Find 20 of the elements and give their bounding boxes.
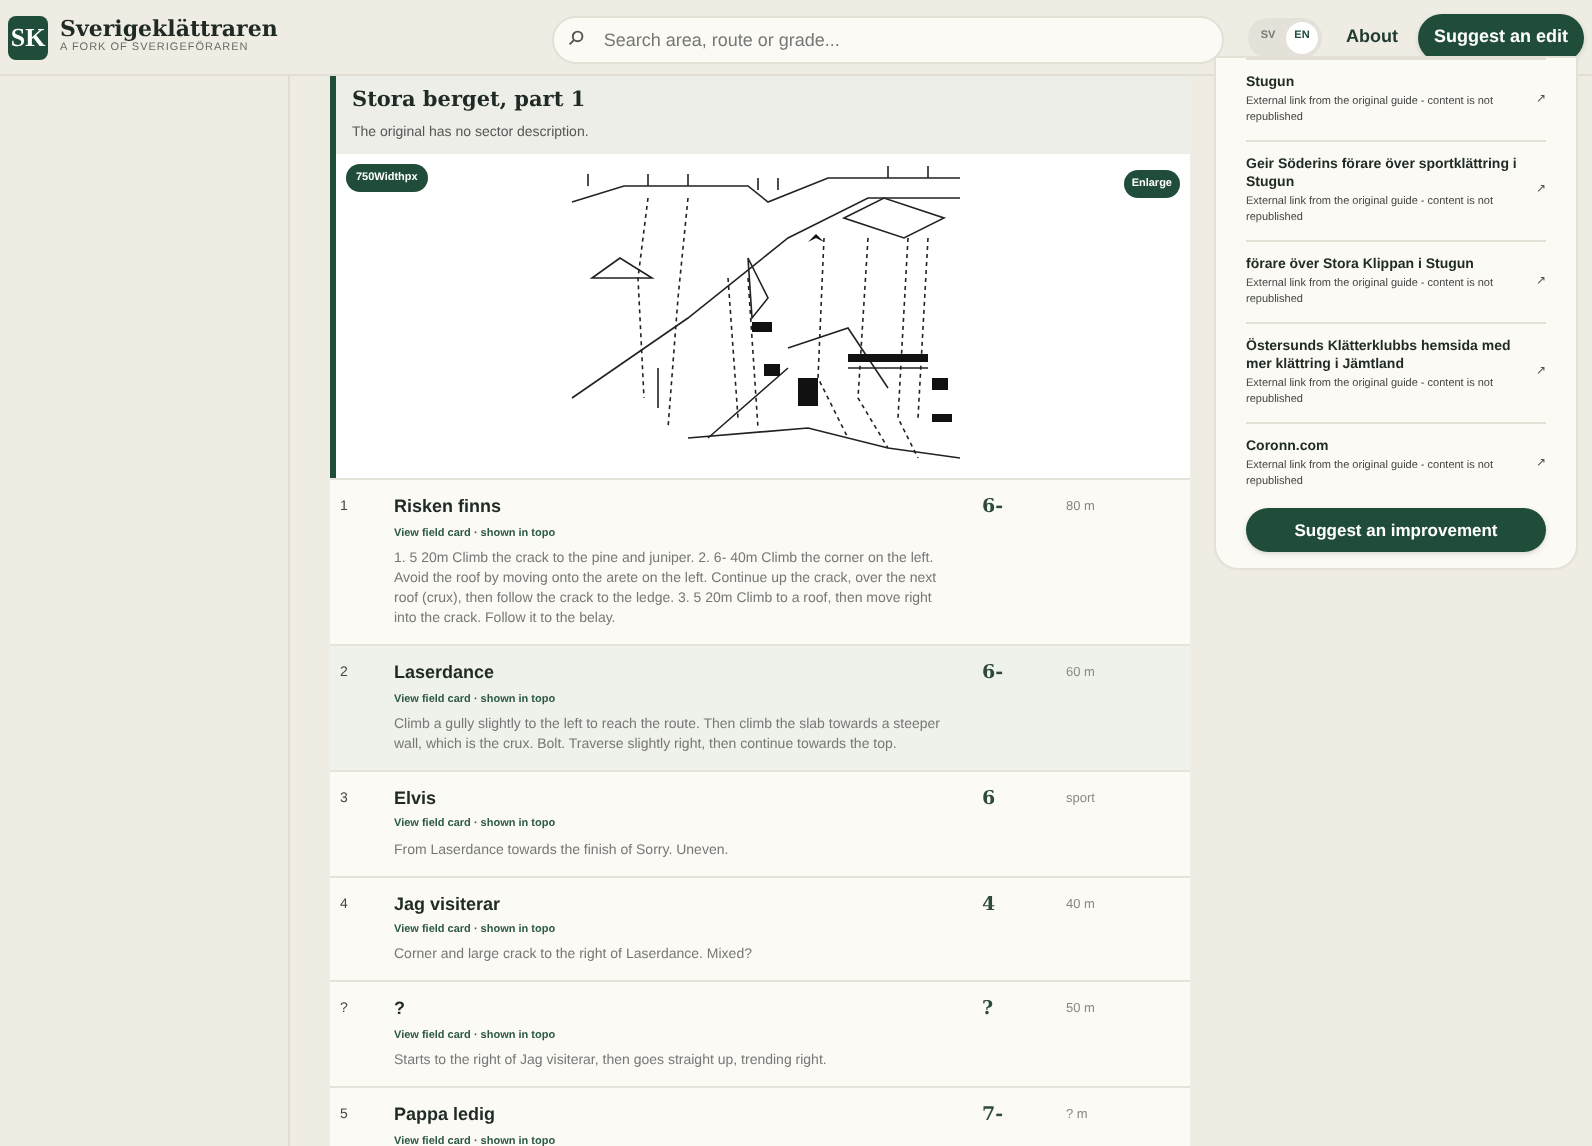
route-grade: 6- — [982, 494, 1006, 523]
route-name: Elvis — [394, 785, 439, 812]
about-link[interactable]: About — [1345, 23, 1398, 51]
route-grade: 7- — [982, 1102, 1006, 1130]
route-name: Laserdance — [394, 660, 497, 686]
suggest-improvement-button[interactable]: Suggest an improvement — [1246, 508, 1546, 553]
route-grade: 4 — [982, 891, 998, 919]
site-name[interactable]: Sverigeklättraren — [60, 18, 278, 41]
route-name: Pappa ledig — [394, 1102, 498, 1128]
route-grade: 6- — [982, 660, 1006, 688]
route-name: ? — [394, 996, 407, 1023]
route-row[interactable] — [330, 644, 1190, 770]
route-grade: 6 — [982, 785, 998, 814]
sector-title: Stora berget, part 1 — [352, 86, 588, 116]
route-grade: ? — [982, 996, 996, 1025]
route-name: Risken finns — [394, 494, 504, 521]
logo-mark[interactable]: SK — [8, 15, 49, 59]
route-name: Jag visiterar — [394, 891, 503, 918]
suggest-edit-button[interactable]: Suggest an edit — [1417, 13, 1584, 61]
search-field[interactable]: Search area, route or grade... — [551, 15, 1224, 63]
